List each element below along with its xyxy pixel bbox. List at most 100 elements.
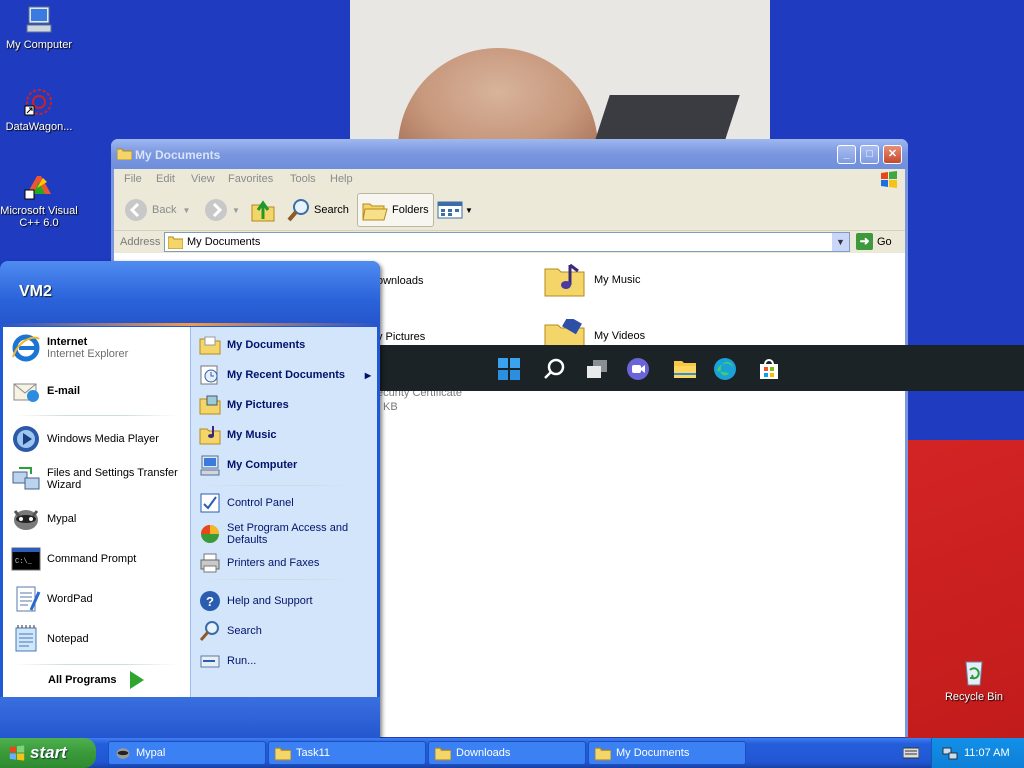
explorer-titlebar[interactable]: My Documents _ □ ✕ (111, 139, 908, 169)
start-place-label: Printers and Faxes (227, 557, 320, 569)
start-place-help[interactable]: ? Help and Support (199, 590, 313, 612)
views-button[interactable]: ▼ (437, 193, 473, 227)
music-folder-icon (199, 426, 221, 445)
maximize-button[interactable]: □ (860, 145, 879, 164)
menu-favorites[interactable]: Favorites (228, 173, 273, 185)
documents-folder-icon (199, 336, 221, 355)
start-place-run[interactable]: Run... (199, 650, 256, 672)
start-place-my-documents[interactable]: My Documents (199, 334, 305, 356)
file-item-my-music[interactable]: My Music (544, 263, 640, 297)
task-downloads[interactable]: Downloads (428, 741, 586, 765)
computer-icon (26, 6, 52, 33)
folders-label: Folders (392, 204, 429, 216)
address-bar: Address My Documents ▼ ➜ Go (114, 231, 905, 253)
close-button[interactable]: ✕ (883, 145, 902, 164)
start-item-label: Command Prompt (47, 553, 137, 565)
menu-view[interactable]: View (191, 173, 215, 185)
system-tray: 11:07 AM (931, 738, 1024, 768)
chat-icon[interactable] (626, 357, 650, 381)
toolbar: Back ▼ ▼ Search Folders ▼ (114, 190, 905, 231)
desktop-icon-recycle-bin[interactable]: Recycle Bin (934, 656, 1014, 703)
file-item-downloads[interactable]: ownloads (377, 275, 423, 287)
start-item-label: Files and Settings Transfer Wizard (47, 467, 178, 491)
start-item-mypal[interactable]: Mypal (11, 504, 76, 534)
start-place-label: My Music (227, 429, 277, 441)
start-place-label: My Documents (227, 339, 306, 351)
back-arrow-icon (125, 199, 147, 221)
start-place-printers[interactable]: Printers and Faxes (199, 552, 319, 574)
clock[interactable]: 11:07 AM (964, 747, 1010, 759)
network-icon[interactable] (942, 745, 958, 761)
start-item-transfer-wizard[interactable]: Files and Settings Transfer Wizard (11, 464, 187, 494)
svg-text:?: ? (206, 594, 214, 609)
back-button[interactable]: Back ▼ (124, 193, 190, 227)
computer-icon (200, 455, 220, 476)
task-view-icon[interactable] (585, 357, 609, 381)
folders-button[interactable]: Folders (357, 193, 434, 227)
start-place-control-panel[interactable]: Control Panel (199, 492, 294, 514)
file-explorer-icon[interactable] (673, 357, 697, 381)
start-item-label: Mypal (47, 513, 77, 525)
help-icon: ? (200, 591, 220, 611)
start-item-label: Notepad (47, 633, 89, 645)
control-panel-icon (200, 493, 220, 513)
all-programs-button[interactable]: All Programs (48, 671, 145, 689)
address-input[interactable]: My Documents ▼ (164, 232, 850, 252)
start-place-search[interactable]: Search (199, 620, 262, 642)
start-place-my-computer[interactable]: My Computer (199, 454, 297, 476)
edge-icon[interactable] (713, 357, 737, 381)
file-item-my-pictures[interactable]: y Pictures (377, 331, 425, 343)
store-icon[interactable] (757, 357, 781, 381)
minimize-button[interactable]: _ (837, 145, 856, 164)
menu-tools[interactable]: Tools (290, 173, 316, 185)
start-place-my-pictures[interactable]: My Pictures (199, 394, 289, 416)
address-dropdown-icon[interactable]: ▼ (832, 233, 849, 251)
start-place-program-access[interactable]: Set Program Access and Defaults (199, 522, 371, 546)
start-place-recent-documents[interactable]: My Recent Documents ▶ (199, 364, 371, 386)
start-place-label: Control Panel (227, 497, 294, 509)
up-folder-icon (251, 200, 275, 222)
desktop-icon-visual-cpp[interactable]: Microsoft Visual C++ 6.0 (0, 170, 79, 229)
start-item-email[interactable]: E-mail (11, 376, 80, 406)
email-icon (13, 383, 39, 402)
desktop-icon-my-computer[interactable]: My Computer (0, 4, 79, 51)
task-my-documents[interactable]: My Documents (588, 741, 746, 765)
start-item-notepad[interactable]: Notepad (11, 624, 89, 654)
start-button[interactable]: start (0, 738, 96, 768)
file-name: ownloads (377, 275, 424, 287)
start-item-label: WordPad (47, 593, 93, 605)
start-place-label: My Pictures (227, 399, 289, 411)
start-place-label: Set Program Access and Defaults (227, 522, 349, 546)
keyboard-icon[interactable] (903, 747, 919, 759)
start-item-internet[interactable]: Internet Internet Explorer (11, 333, 128, 363)
file-name: My Videos (594, 330, 646, 342)
menu-help[interactable]: Help (330, 173, 353, 185)
back-label: Back (152, 204, 177, 216)
up-folder-button[interactable] (250, 193, 276, 227)
task-mypal[interactable]: Mypal (108, 741, 266, 765)
windows-start-icon[interactable] (497, 357, 521, 381)
media-player-icon (13, 426, 39, 452)
back-dropdown-icon[interactable]: ▼ (182, 206, 190, 215)
taskbar: start Mypal Task11 Downloads My Document… (0, 738, 1024, 768)
search-icon[interactable] (543, 357, 567, 381)
start-place-label: My Computer (227, 459, 298, 471)
search-button[interactable]: Search (286, 193, 349, 227)
menu-file[interactable]: File (124, 173, 142, 185)
start-item-command-prompt[interactable]: C:\_ Command Prompt (11, 544, 136, 574)
program-access-icon (201, 525, 219, 543)
start-item-wordpad[interactable]: WordPad (11, 584, 93, 614)
forward-dropdown-icon[interactable]: ▼ (232, 206, 240, 215)
start-place-label: Run... (227, 655, 257, 667)
recycle-bin-icon (965, 661, 983, 686)
views-dropdown-icon[interactable]: ▼ (465, 206, 473, 215)
mypal-icon (13, 510, 39, 530)
start-item-media-player[interactable]: Windows Media Player (11, 424, 159, 454)
start-place-my-music[interactable]: My Music (199, 424, 277, 446)
menu-edit[interactable]: Edit (156, 173, 175, 185)
desktop-icon-datawagon[interactable]: DataWagon... (0, 86, 79, 133)
forward-button[interactable]: ▼ (204, 193, 240, 227)
go-button[interactable]: ➜ Go (856, 233, 892, 250)
views-icon (437, 201, 463, 219)
task-task11[interactable]: Task11 (268, 741, 426, 765)
